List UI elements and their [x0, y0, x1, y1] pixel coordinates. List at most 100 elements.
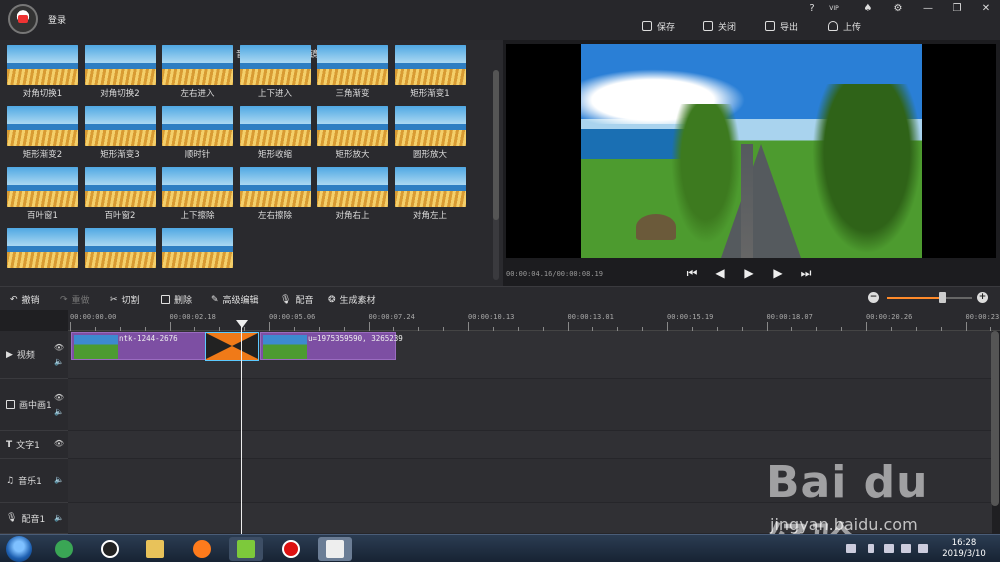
login-link[interactable]: 登录: [48, 13, 66, 26]
transition-label: 上下擦除: [180, 211, 215, 221]
video-lane[interactable]: ntk-1244-2676 u=1975359590, 3265239: [68, 331, 992, 379]
vip-icon[interactable]: VIP: [826, 3, 842, 15]
transition-thumb[interactable]: [162, 228, 233, 268]
pencil-icon: ✎: [211, 294, 219, 305]
app-logo-icon: [8, 4, 38, 34]
transition-thumb[interactable]: 矩形渐变3: [84, 106, 156, 160]
pip-lane[interactable]: [68, 379, 992, 431]
taskbar-app-firefox[interactable]: [185, 537, 219, 561]
trash-icon: [161, 295, 170, 304]
delete-button[interactable]: 删除: [161, 293, 192, 306]
transition-thumb[interactable]: 对角切换2: [84, 45, 156, 99]
tray-network-icon[interactable]: [884, 544, 894, 553]
transition-thumb[interactable]: 矩形收缩: [239, 106, 311, 160]
transition-label: 三角渐变: [335, 89, 370, 99]
windows-taskbar: 16:28 2019/3/10: [0, 534, 1000, 562]
ruler-tick: [667, 322, 668, 331]
advanced-edit-button[interactable]: ✎ 高级编辑: [211, 293, 259, 307]
timeline-scrollbar[interactable]: [991, 331, 999, 506]
preview-frame-image: [581, 44, 922, 258]
speaker-icon[interactable]: 🔈: [54, 475, 64, 484]
cut-button[interactable]: ✂ 切割: [110, 293, 140, 307]
minimize-button[interactable]: —: [920, 3, 936, 15]
ruler-tick: [468, 322, 469, 331]
eye-icon[interactable]: 👁: [54, 343, 64, 352]
speaker-icon[interactable]: 🔈: [54, 513, 64, 522]
dub-button[interactable]: 🎙 配音: [280, 293, 313, 307]
skip-to-start-icon[interactable]: ⏮: [685, 266, 699, 280]
transition-thumb[interactable]: 矩形放大: [317, 106, 388, 160]
close-window-button[interactable]: ✕: [978, 3, 994, 15]
tray-clock[interactable]: 16:28 2019/3/10: [940, 538, 988, 560]
transition-thumb[interactable]: [7, 228, 78, 268]
tray-language-icon[interactable]: [918, 544, 928, 553]
generate-material-button[interactable]: ❂ 生成素材: [328, 293, 376, 307]
playhead-handle[interactable]: [236, 320, 248, 328]
video-clip-1[interactable]: ntk-1244-2676: [71, 332, 206, 360]
transition-thumb[interactable]: 对角右上: [317, 167, 388, 221]
zoom-in-icon[interactable]: +: [977, 292, 988, 303]
transition-thumb[interactable]: 圆形放大: [394, 106, 466, 160]
transition-block[interactable]: [205, 332, 259, 361]
upload-button[interactable]: 上传: [828, 19, 861, 33]
transition-preview-image: [84, 228, 156, 268]
taskbar-app-explorer[interactable]: [138, 537, 172, 561]
transition-thumb[interactable]: 上下擦除: [162, 167, 233, 221]
speaker-icon[interactable]: 🔈: [54, 357, 64, 366]
timeline-ruler[interactable]: 00:00:00.00 00:00:02.18 00:00:05.06 00:00:0…: [68, 310, 1000, 331]
redo-button[interactable]: ↷ 重做: [60, 293, 90, 307]
ruler-tick-label: 00:00:23.: [965, 313, 1000, 321]
transition-thumb[interactable]: 对角左上: [394, 167, 466, 221]
tray-arrow-icon[interactable]: [868, 544, 874, 553]
taskbar-app-qq[interactable]: [93, 537, 127, 561]
zoom-slider-handle[interactable]: [939, 292, 947, 303]
taskbar-app-player[interactable]: [229, 537, 263, 561]
ruler-tick-label: 00:00:02.18: [169, 313, 216, 321]
save-button[interactable]: 保存: [642, 19, 675, 33]
speaker-icon[interactable]: 🔈: [54, 407, 64, 416]
transition-label: 上下进入: [257, 89, 292, 99]
settings-gear-icon[interactable]: ⚙: [890, 3, 906, 15]
ruler-tick-label: 00:00:10.13: [468, 313, 515, 321]
undo-button[interactable]: ↶ 撤销: [10, 293, 40, 307]
transition-thumb[interactable]: 矩形渐变2: [7, 106, 78, 160]
track-headers: ▶ 视频 👁 🔈 画中画1 👁 🔈 T 文字1 👁 ♫ 音乐1 🔈 🎙 配音1 …: [0, 331, 68, 534]
video-preview: [506, 44, 996, 258]
eye-icon[interactable]: 👁: [54, 439, 64, 448]
transition-thumb[interactable]: 百叶窗1: [7, 167, 78, 221]
taskbar-app-refresh[interactable]: [47, 537, 81, 561]
skip-to-end-icon[interactable]: ⏭: [799, 266, 813, 280]
notification-bell-icon[interactable]: ♠: [860, 3, 876, 15]
taskbar-app-editor[interactable]: [318, 537, 352, 561]
close-project-button[interactable]: 关闭: [703, 19, 736, 33]
help-icon[interactable]: ?: [804, 3, 820, 15]
transition-thumb[interactable]: 左右进入: [162, 45, 233, 99]
play-icon[interactable]: ▶︎: [742, 266, 756, 280]
transition-thumb[interactable]: 顺时针: [162, 106, 233, 160]
ruler-tick-label: 00:00:07.24: [368, 313, 415, 321]
transition-thumb[interactable]: 百叶窗2: [84, 167, 156, 221]
start-button-icon[interactable]: [6, 536, 32, 562]
maximize-button[interactable]: ❐: [949, 3, 965, 15]
transition-label: 圆形放大: [412, 150, 447, 160]
tray-keyboard-icon[interactable]: [846, 544, 856, 553]
video-clip-2[interactable]: u=1975359590, 3265239: [260, 332, 403, 360]
transition-thumb[interactable]: 三角渐变: [317, 45, 388, 99]
transition-thumb[interactable]: 左右擦除: [239, 167, 311, 221]
library-scrollbar[interactable]: [493, 70, 499, 280]
taskbar-app-recorder[interactable]: [274, 537, 308, 561]
export-button[interactable]: 导出: [765, 19, 798, 33]
ruler-tick-label: 00:00:15.19: [667, 313, 714, 321]
transition-thumb[interactable]: 上下进入: [239, 45, 311, 99]
transition-thumb[interactable]: 矩形渐变1: [394, 45, 466, 99]
clip-label: ntk-1244-2676: [119, 334, 178, 343]
transition-thumb[interactable]: [84, 228, 156, 268]
transition-preview-image: [162, 167, 233, 207]
transition-preview-image: [394, 45, 466, 85]
step-forward-icon[interactable]: ▶︎: [771, 266, 785, 280]
eye-icon[interactable]: 👁: [54, 393, 64, 402]
transition-thumb[interactable]: 对角切换1: [7, 45, 78, 99]
zoom-out-icon[interactable]: −: [868, 292, 879, 303]
tray-volume-icon[interactable]: [901, 544, 911, 553]
step-back-icon[interactable]: ◀︎: [713, 266, 727, 280]
